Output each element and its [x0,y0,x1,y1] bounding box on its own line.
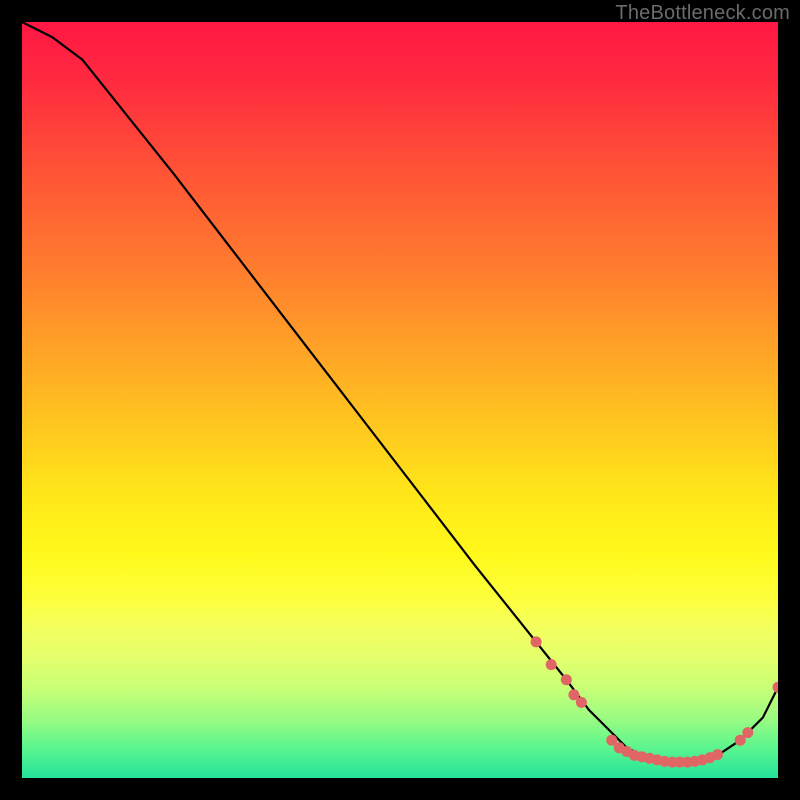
data-marker [742,727,753,738]
chart-stage: TheBottleneck.com [0,0,800,800]
data-marker [531,636,542,647]
data-marker [712,749,723,760]
chart-svg [22,22,778,778]
marker-group [531,636,778,767]
data-marker [576,697,587,708]
curve-line [22,22,778,763]
data-marker [561,674,572,685]
data-marker [546,659,557,670]
data-marker [773,682,779,693]
plot-area [22,22,778,778]
